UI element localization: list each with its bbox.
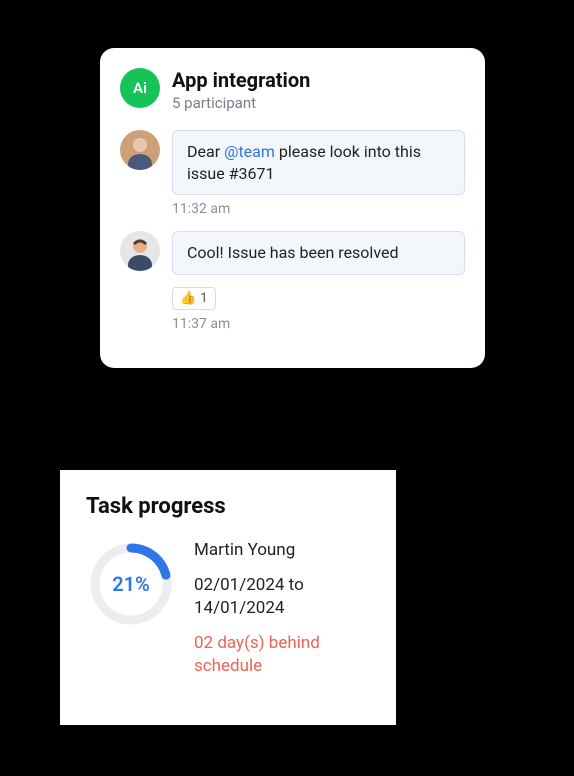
- message-row: Dear @team please look into this issue #…: [120, 130, 465, 195]
- behind-schedule-text: 02 day(s) behind schedule: [194, 632, 370, 678]
- channel-avatar[interactable]: Ai: [120, 68, 160, 108]
- channel-avatar-badge: Ai: [133, 79, 147, 97]
- progress-percent: 21%: [86, 539, 176, 629]
- reaction-count: 1: [200, 291, 207, 306]
- channel-info: App integration 5 participant: [172, 68, 310, 112]
- message-text: Cool! Issue has been resolved: [187, 243, 398, 262]
- message-column: Cool! Issue has been resolved: [172, 231, 465, 275]
- message-timestamp: 11:37 am: [172, 316, 465, 332]
- date-range: 02/01/2024 to 14/01/2024: [194, 574, 370, 620]
- reaction-pill[interactable]: 👍 1: [172, 287, 216, 310]
- progress-info: Martin Young 02/01/2024 to 14/01/2024 02…: [194, 539, 370, 678]
- thumbs-up-icon: 👍: [180, 291, 196, 306]
- progress-title: Task progress: [86, 494, 370, 519]
- user-avatar-icon: [120, 231, 160, 271]
- message-bubble[interactable]: Cool! Issue has been resolved: [172, 231, 465, 275]
- message-column: Dear @team please look into this issue #…: [172, 130, 465, 195]
- progress-donut: 21%: [86, 539, 176, 629]
- message-row: Cool! Issue has been resolved: [120, 231, 465, 275]
- user-avatar-icon: [120, 130, 160, 170]
- assignee-name: Martin Young: [194, 539, 370, 562]
- message-text: Dear: [187, 142, 224, 161]
- avatar[interactable]: [120, 130, 160, 170]
- chat-header: Ai App integration 5 participant: [120, 68, 465, 112]
- channel-title: App integration: [172, 68, 310, 92]
- avatar[interactable]: [120, 231, 160, 271]
- chat-card: Ai App integration 5 participant Dear @t…: [100, 48, 485, 368]
- channel-subtitle: 5 participant: [172, 94, 310, 112]
- progress-card: Task progress 21% Martin Young 02/01/202…: [60, 470, 396, 725]
- message-bubble[interactable]: Dear @team please look into this issue #…: [172, 130, 465, 195]
- message-timestamp: 11:32 am: [172, 201, 465, 217]
- mention[interactable]: @team: [224, 142, 275, 161]
- progress-body: 21% Martin Young 02/01/2024 to 14/01/202…: [86, 539, 370, 678]
